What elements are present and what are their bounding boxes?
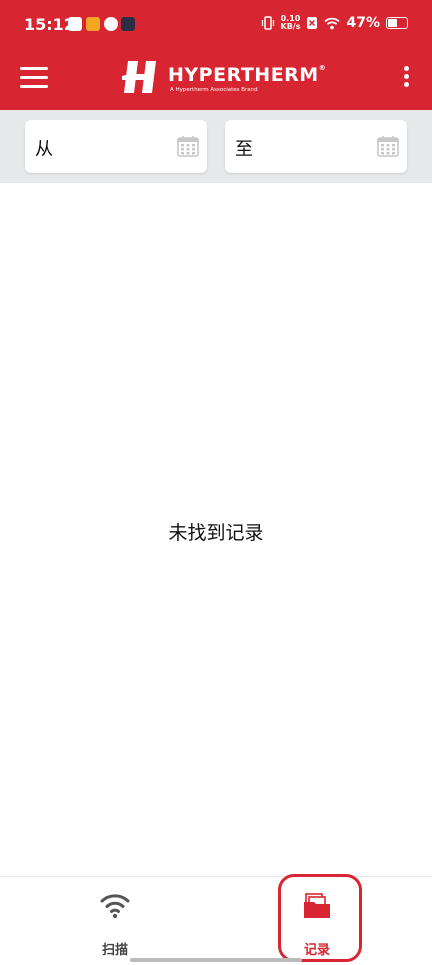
from-date-label: 从 (35, 139, 53, 160)
brand-tagline: A Hypertherm Associates Brand (170, 87, 258, 93)
app-notification-icon-2 (104, 17, 118, 31)
brand-text: HYPERTHERM (168, 64, 319, 86)
mail-notification-icon (68, 17, 82, 31)
brand-logo: HYPERTHERM® A Hypertherm Associates Bran… (122, 58, 326, 98)
kebab-icon[interactable] (402, 66, 410, 90)
bottom-navigation: 扫描 记录 (0, 876, 432, 965)
battery-level-fill (388, 19, 398, 27)
records-folder-icon (304, 893, 330, 918)
hypertherm-logo-icon (122, 61, 156, 93)
vibrate-icon (261, 16, 274, 30)
no-sim-icon (307, 17, 318, 29)
network-speed: 0.10 KB/s (281, 15, 301, 31)
calendar-icon (377, 136, 399, 157)
to-date-label: 至 (235, 139, 253, 160)
wifi-scan-icon (100, 894, 130, 919)
network-speed-unit: KB/s (280, 22, 301, 31)
hamburger-icon[interactable] (20, 67, 48, 89)
status-bar: 15:12 0.10 KB/s 47% (0, 0, 432, 52)
wifi-icon (324, 17, 341, 29)
app-notification-icon (86, 17, 100, 31)
battery-percent: 47% (346, 15, 380, 31)
tab-scan-label: 扫描 (101, 943, 128, 958)
tab-records[interactable]: 记录 (247, 877, 387, 965)
home-indicator[interactable] (130, 958, 302, 962)
date-filter-bar: 从 至 (0, 110, 432, 183)
battery-icon (386, 17, 408, 29)
calendar-icon (177, 136, 199, 157)
tab-records-label: 记录 (303, 943, 330, 958)
tab-scan[interactable]: 扫描 (45, 877, 185, 965)
brand-name: HYPERTHERM® (168, 64, 326, 86)
registered-mark: ® (318, 64, 327, 72)
media-notification-icon (121, 17, 135, 31)
app-header: 15:12 0.10 KB/s 47% HYPERTHERM® A Hypert… (0, 0, 432, 110)
to-date-field[interactable]: 至 (225, 120, 407, 173)
status-indicators: 0.10 KB/s 47% (261, 15, 408, 31)
from-date-field[interactable]: 从 (25, 120, 207, 173)
empty-records-message: 未找到记录 (168, 522, 264, 544)
